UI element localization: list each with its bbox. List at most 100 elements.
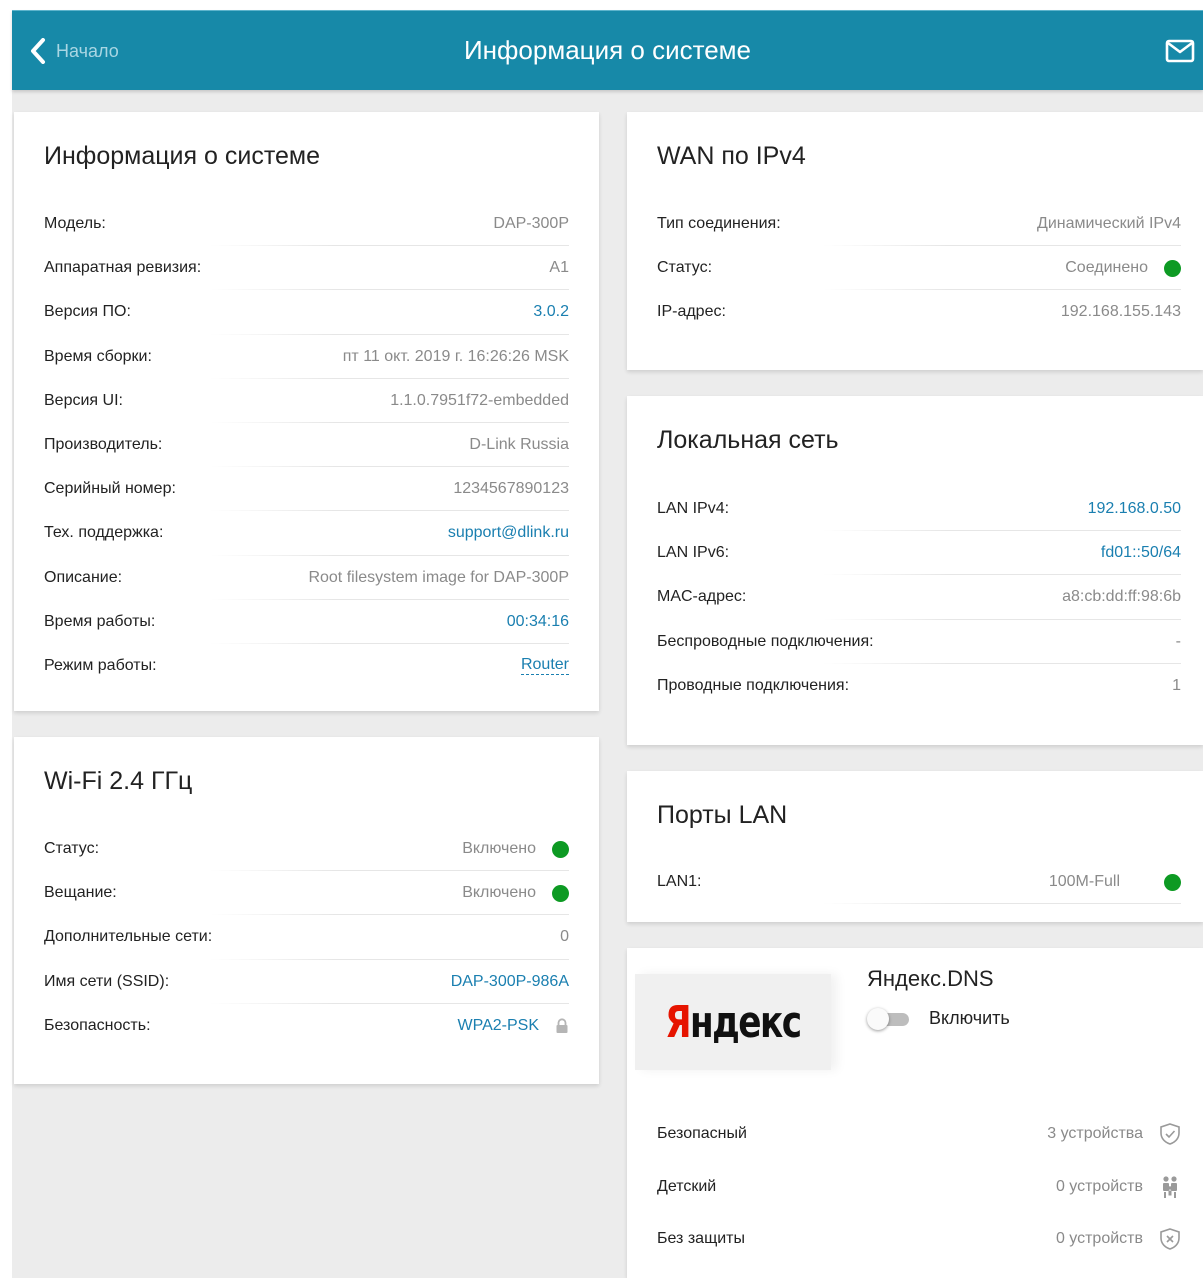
- row-wifi-status: Статус: Включено: [44, 827, 569, 872]
- row-firmware-version: Версия ПО: 3.0.2: [44, 290, 569, 335]
- row-build-time: Время сборки: пт 11 окт. 2019 г. 16:26:2…: [44, 335, 569, 379]
- row-label: Версия ПО:: [44, 303, 131, 321]
- row-wan-status: Статус: Соединено: [657, 246, 1181, 291]
- device-count: 0 устройств: [1055, 1177, 1143, 1195]
- row-label: Дополнительные сети:: [44, 928, 213, 946]
- row-label: Беспроводные подключения:: [657, 632, 874, 650]
- row-value: 1.1.0.7951f72-embedded: [390, 391, 569, 409]
- status-text: Включено: [462, 840, 536, 858]
- page-title: Информация о системе: [463, 35, 752, 65]
- yandex-dns-title: Яндекс.DNS: [867, 966, 994, 991]
- row-label: Описание:: [44, 568, 123, 586]
- row-value: WPA2-PSK: [458, 1017, 570, 1035]
- row-ip-address: IP-адрес: 192.168.155.143: [657, 290, 1181, 334]
- envelope-icon: [1165, 39, 1195, 63]
- row-value: D-Link Russia: [469, 436, 569, 454]
- row-wired-clients: Проводные подключения: 1: [657, 664, 1181, 708]
- row-mode: Режим работы: Router: [44, 644, 569, 688]
- row-label: Время сборки:: [44, 347, 152, 365]
- mode-label: Без защиты: [657, 1230, 745, 1248]
- uptime-link[interactable]: 00:34:16: [507, 613, 569, 631]
- row-value: Включено: [462, 840, 569, 858]
- row-value: a8:cb:dd:ff:98:6b: [1062, 588, 1181, 606]
- row-value: Root filesystem image for DAP-300P: [308, 568, 569, 586]
- row-wireless-clients: Беспроводные подключения: -: [657, 620, 1181, 664]
- row-label: LAN1:: [657, 873, 702, 891]
- row-label: Режим работы:: [44, 656, 157, 674]
- row-label: Безопасность:: [44, 1016, 151, 1034]
- row-additional-networks: Дополнительные сети: 0: [44, 915, 569, 960]
- security-link[interactable]: WPA2-PSK: [458, 1017, 540, 1035]
- row-lan1: LAN1: 100M-Full: [657, 860, 1181, 905]
- card-title: Wi-Fi 2.4 ГГц: [44, 767, 193, 795]
- row-serial: Серийный номер: 1234567890123: [44, 467, 569, 512]
- row-label: Тип соединения:: [657, 215, 781, 233]
- mode-value: 0 устройств: [1056, 1227, 1181, 1251]
- toggle-knob: [867, 1008, 889, 1030]
- device-count: 0 устройств: [1055, 1230, 1143, 1248]
- row-lan-ipv4: LAN IPv4: 192.168.0.50: [657, 487, 1181, 532]
- row-model: Модель: DAP-300P: [44, 202, 569, 247]
- yandex-logo: Яндекс: [635, 974, 831, 1070]
- row-label: Проводные подключения:: [657, 676, 850, 694]
- mode-value: 0 устройств: [1056, 1175, 1181, 1199]
- yandex-logo-text: Яндекс: [665, 996, 802, 1048]
- row-ui-version: Версия UI: 1.1.0.7951f72-embedded: [44, 379, 569, 424]
- wan-card: WAN по IPv4 Тип соединения: Динамический…: [627, 112, 1203, 370]
- row-value: -: [1175, 632, 1181, 650]
- row-label: Тех. поддержка:: [44, 524, 164, 542]
- family-icon: [1163, 1176, 1177, 1198]
- lan-rows: LAN IPv4: 192.168.0.50 LAN IPv6: fd01::5…: [657, 487, 1181, 708]
- mode-safe[interactable]: Безопасный 3 устройства: [657, 1108, 1181, 1161]
- row-description: Описание: Root filesystem image for DAP-…: [44, 556, 569, 600]
- row-value: Соединено: [1065, 259, 1181, 277]
- wifi-card: Wi-Fi 2.4 ГГц Статус: Включено Вещание: …: [14, 737, 599, 1084]
- row-value: Динамический IPv4: [1036, 215, 1181, 233]
- lan-ipv4-link[interactable]: 192.168.0.50: [1088, 500, 1181, 518]
- yandex-dns-toggle[interactable]: [867, 1008, 911, 1030]
- card-title: Информация о системе: [44, 142, 320, 170]
- ssid-link[interactable]: DAP-300P-986A: [451, 973, 569, 991]
- mode-family[interactable]: Детский 0 устройств: [657, 1161, 1181, 1214]
- mode-link[interactable]: Router: [520, 656, 569, 676]
- row-label: Производитель:: [44, 436, 163, 454]
- row-label: Имя сети (SSID):: [44, 972, 170, 990]
- card-title: WAN по IPv4: [657, 142, 806, 170]
- row-value: Включено: [462, 884, 569, 902]
- row-label: Статус:: [44, 840, 100, 858]
- wifi-rows: Статус: Включено Вещание: Включено Допол…: [44, 827, 569, 1048]
- mail-button[interactable]: [1165, 39, 1195, 68]
- lan-ipv6-link[interactable]: fd01::50/64: [1101, 544, 1181, 562]
- row-ssid: Имя сети (SSID): DAP-300P-986A: [44, 960, 569, 1004]
- card-title: Порты LAN: [657, 801, 788, 829]
- support-email-link[interactable]: support@dlink.ru: [448, 524, 569, 542]
- row-value: 0: [560, 928, 569, 946]
- row-uptime: Время работы: 00:34:16: [44, 600, 569, 645]
- wan-rows: Тип соединения: Динамический IPv4 Статус…: [657, 202, 1181, 335]
- row-value: DAP-300P: [493, 215, 569, 233]
- row-mac: MAC-адрес: a8:cb:dd:ff:98:6b: [657, 575, 1181, 620]
- row-label: Статус:: [657, 259, 713, 277]
- row-label: MAC-адрес:: [657, 588, 747, 606]
- row-security: Безопасность: WPA2-PSK: [44, 1004, 569, 1048]
- mode-unprotected[interactable]: Без защиты 0 устройств: [657, 1213, 1181, 1266]
- row-label: Аппаратная ревизия:: [44, 259, 202, 277]
- row-label: Модель:: [44, 215, 106, 233]
- row-label: Вещание:: [44, 884, 117, 902]
- lan-card: Локальная сеть LAN IPv4: 192.168.0.50 LA…: [627, 396, 1203, 745]
- firmware-version-link[interactable]: 3.0.2: [533, 303, 569, 321]
- row-support: Тех. поддержка: support@dlink.ru: [44, 511, 569, 556]
- row-value: 100M-Full: [1049, 873, 1181, 891]
- lock-icon: [556, 1018, 568, 1033]
- row-label: Серийный номер:: [44, 480, 176, 498]
- row-value: 1234567890123: [453, 480, 569, 498]
- row-value: пт 11 окт. 2019 г. 16:26:26 MSK: [342, 347, 569, 365]
- system-info-card: Информация о системе Модель: DAP-300P Ап…: [14, 112, 599, 711]
- row-wifi-broadcast: Вещание: Включено: [44, 871, 569, 916]
- row-value: A1: [549, 259, 569, 277]
- yandex-dns-modes: Безопасный 3 устройства Детский 0 устрой…: [657, 1108, 1181, 1266]
- shield-check-icon: [1160, 1123, 1180, 1146]
- ports-rows: LAN1: 100M-Full: [657, 860, 1181, 905]
- card-title: Локальная сеть: [657, 426, 839, 454]
- row-label: IP-адрес:: [657, 303, 726, 321]
